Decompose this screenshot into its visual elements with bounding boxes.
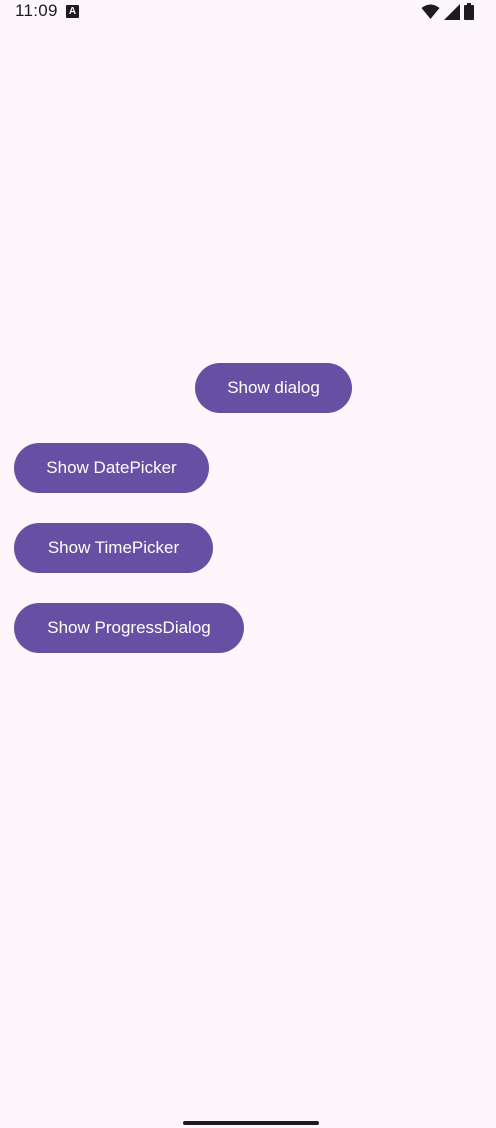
show-dialog-button[interactable]: Show dialog xyxy=(195,363,352,413)
gesture-navigation-bar[interactable] xyxy=(183,1121,319,1125)
status-icons xyxy=(421,3,474,20)
show-datepicker-button[interactable]: Show DatePicker xyxy=(14,443,209,493)
status-time: 11:09 xyxy=(15,1,58,20)
show-progressdialog-button[interactable]: Show ProgressDialog xyxy=(14,603,244,653)
show-timepicker-button[interactable]: Show TimePicker xyxy=(14,523,213,573)
wifi-icon xyxy=(421,4,440,19)
notification-a-icon: A xyxy=(66,5,79,18)
cellular-signal-icon xyxy=(444,3,460,20)
battery-icon xyxy=(464,3,474,20)
status-bar: 11:09 A xyxy=(0,0,496,24)
